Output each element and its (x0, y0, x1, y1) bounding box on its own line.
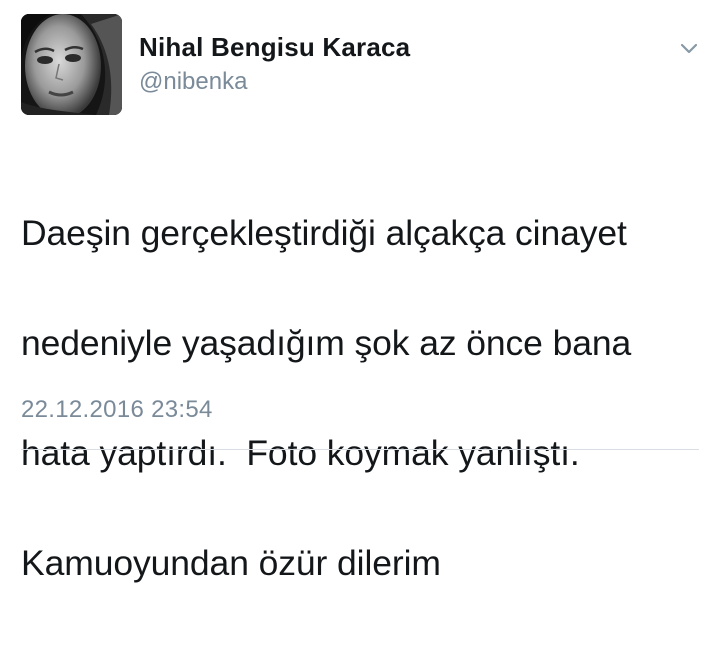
tweet-text-line: Kamuoyundan özür dilerim (21, 543, 441, 583)
tweet-text-line: Daeşin gerçekleştirdiği alçakça cinayet (21, 213, 627, 253)
profile-photo (21, 14, 122, 115)
avatar[interactable] (21, 14, 122, 115)
tweet-text-line: nedeniyle yaşadığım şok az önce bana (21, 323, 632, 363)
divider (21, 449, 699, 450)
user-handle[interactable]: @nibenka (139, 68, 247, 96)
tweet-timestamp[interactable]: 22.12.2016 23:54 (21, 396, 213, 424)
display-name[interactable]: Nihal Bengisu Karaca (139, 32, 410, 63)
tweet-text-line: hata yaptırdı. Foto koymak yanlıştı. (21, 433, 580, 473)
chevron-down-icon[interactable] (678, 40, 700, 58)
tweet-card: Nihal Bengisu Karaca @nibenka Daeşin ger… (0, 0, 720, 583)
